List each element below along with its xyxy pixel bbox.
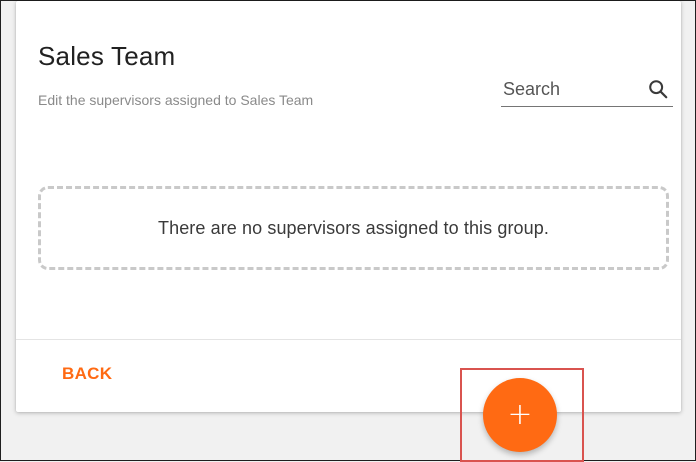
window-frame: Sales Team Edit the supervisors assigned… [0, 0, 696, 462]
supervisors-card: Sales Team Edit the supervisors assigned… [16, 1, 681, 412]
card-divider [16, 339, 681, 340]
search-field [501, 74, 673, 107]
search-input[interactable] [501, 74, 643, 104]
empty-state-box: There are no supervisors assigned to thi… [38, 186, 669, 270]
group-title: Sales Team [38, 41, 176, 71]
group-subtitle: Edit the supervisors assigned to Sales T… [38, 92, 314, 108]
plus-icon: + [507, 397, 533, 432]
back-button[interactable]: BACK [62, 364, 112, 384]
search-icon[interactable] [647, 78, 669, 100]
empty-state-message: There are no supervisors assigned to thi… [157, 217, 549, 238]
add-supervisor-button[interactable]: + [483, 378, 557, 452]
